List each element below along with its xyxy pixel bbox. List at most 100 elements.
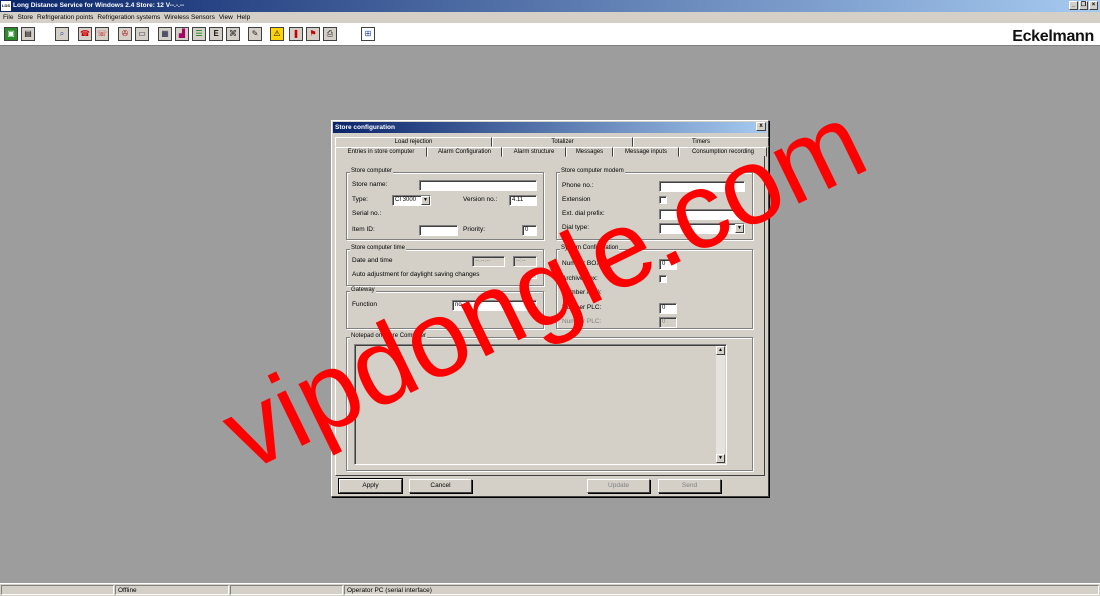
- open-icon[interactable]: ▤: [21, 27, 35, 41]
- number-a-label: Number A(D):: [562, 289, 602, 296]
- number-plc2-input: 0: [659, 317, 677, 328]
- modem-legend: Store computer modem: [560, 168, 625, 174]
- menu-file[interactable]: File: [2, 12, 16, 23]
- item-id-input[interactable]: [419, 225, 458, 236]
- tab-timers[interactable]: Timers: [633, 137, 769, 147]
- notepad-legend: Notepad on Store Computer: [350, 333, 428, 339]
- function-input[interactable]: no: [452, 300, 537, 311]
- time-input: --:--: [513, 256, 537, 267]
- date-time-label: Date and time: [352, 257, 393, 264]
- window-controls: _ ❐ ×: [1069, 1, 1098, 10]
- save-icon[interactable]: ▣: [4, 27, 18, 41]
- function-label: Function: [352, 301, 377, 308]
- store-name-label: Store name:: [352, 181, 388, 188]
- menu-refrigeration-points[interactable]: Refrigeration points: [36, 12, 96, 23]
- extension-label: Extension: [562, 196, 591, 203]
- version-label: Version no.:: [463, 196, 498, 203]
- tab-load-rejection[interactable]: Load rejection: [335, 137, 492, 147]
- menu-view[interactable]: View: [218, 12, 236, 23]
- printer-icon[interactable]: ⎙: [323, 27, 337, 41]
- phone-label: Phone no.:: [562, 182, 594, 189]
- tab-totalizer[interactable]: Totalizer: [492, 137, 633, 147]
- brand-logo: Eckelmann: [1012, 28, 1094, 45]
- phone-input[interactable]: [659, 181, 745, 192]
- close-window-button[interactable]: ×: [1089, 1, 1098, 10]
- notepad-textarea[interactable]: ▲ ▼: [354, 344, 727, 465]
- tab-panel: Store computer Store name: Type: CI 3000…: [335, 156, 765, 476]
- number-plc-label: Number PLC:: [562, 304, 602, 311]
- type-select[interactable]: CI 3000 ▼: [392, 195, 431, 206]
- warning-icon[interactable]: ⚠: [270, 27, 284, 41]
- book-icon[interactable]: 𝐄: [209, 27, 223, 41]
- history-icon[interactable]: ⚑: [306, 27, 320, 41]
- connection-status: Offline: [115, 585, 229, 595]
- store-computer-group: Store computer Store name: Type: CI 3000…: [346, 168, 544, 240]
- tab-row-top: Load rejection Totalizer Timers: [335, 137, 769, 147]
- number-box-input[interactable]: 0: [659, 259, 677, 270]
- send-button: Send: [658, 479, 721, 493]
- store-computer-time-group: Store computer time Date and time --.--.…: [346, 245, 544, 286]
- gateway-group: Gateway Function no: [346, 287, 544, 329]
- number-plc-input[interactable]: 0: [659, 303, 677, 314]
- archive-checkbox[interactable]: [659, 275, 667, 283]
- app-title: Long Distance Service for Windows 2.4 St…: [13, 2, 185, 9]
- toolbar: ▣ ▤ ⌕ ☎ ☏ ✇ ▭ ▦ ▟ ☰ 𝐄 ⌘ ✎ ⚠ ❚ ⚑ ⎙ ⊞ Ecke…: [0, 23, 1100, 46]
- connect-icon[interactable]: ✇: [118, 27, 132, 41]
- message-icon[interactable]: ✎: [248, 27, 262, 41]
- scroll-down-icon[interactable]: ▼: [716, 454, 725, 463]
- gateway-legend: Gateway: [350, 287, 376, 293]
- alarm-icon[interactable]: ❚: [289, 27, 303, 41]
- version-input[interactable]: 4.11: [509, 195, 537, 206]
- auto-adjust-label: Auto adjustment for daylight saving chan…: [352, 271, 480, 278]
- search-icon[interactable]: ⌕: [55, 27, 69, 41]
- cancel-button[interactable]: Cancel: [409, 479, 472, 493]
- table-icon[interactable]: ▦: [158, 27, 172, 41]
- status-panel-3: [230, 585, 343, 595]
- type-value: CI 3000: [395, 197, 417, 203]
- apply-button[interactable]: Apply: [338, 478, 403, 494]
- dial-type-select[interactable]: ▼: [659, 223, 745, 234]
- status-bar: Offline Operator PC (serial interface): [0, 583, 1100, 596]
- ext-dial-input[interactable]: [659, 209, 745, 220]
- menu-refrigeration-systems[interactable]: Refrigeration systems: [96, 12, 163, 23]
- minimize-button[interactable]: _: [1069, 1, 1078, 10]
- restore-button[interactable]: ❐: [1079, 1, 1088, 10]
- archive-label: Archive box:: [562, 275, 598, 282]
- update-button: Update: [587, 479, 650, 493]
- menu-store[interactable]: Store: [16, 12, 36, 23]
- chevron-down-icon[interactable]: ▼: [421, 196, 430, 205]
- system-configuration-group: System Configuration Number BOX: 0 Archi…: [556, 245, 753, 329]
- notepad-scrollbar[interactable]: ▲ ▼: [716, 346, 725, 463]
- store-name-input[interactable]: [419, 180, 537, 191]
- network-icon[interactable]: ⊞: [361, 27, 375, 41]
- serial-label: Serial no.:: [352, 210, 382, 217]
- ext-dial-label: Ext. dial prefix:: [562, 210, 605, 217]
- store-computer-modem-group: Store computer modem Phone no.: Extensio…: [556, 168, 753, 240]
- dialog-close-button[interactable]: x: [756, 122, 766, 131]
- interface-status: Operator PC (serial interface): [344, 585, 1099, 595]
- dialog-title: Store configuration: [333, 122, 767, 133]
- scroll-up-icon[interactable]: ▲: [716, 346, 725, 355]
- hangup-icon[interactable]: ☏: [95, 27, 109, 41]
- chart-icon[interactable]: ▟: [175, 27, 189, 41]
- menu-wireless-sensors[interactable]: Wireless Sensors: [163, 12, 218, 23]
- menu-bar: File Store Refrigeration points Refriger…: [0, 12, 1100, 23]
- system-configuration-legend: System Configuration: [560, 245, 620, 251]
- chevron-down-icon[interactable]: ▼: [735, 224, 744, 233]
- priority-label: Priority:: [463, 226, 486, 233]
- number-box-label: Number BOX:: [562, 260, 603, 267]
- list-icon[interactable]: ☰: [192, 27, 206, 41]
- monitor-icon[interactable]: ▭: [135, 27, 149, 41]
- status-panel-1: [1, 585, 114, 595]
- store-computer-time-legend: Store computer time: [350, 245, 407, 251]
- auto-adjust-checkbox: [529, 271, 537, 279]
- menu-help[interactable]: Help: [236, 12, 253, 23]
- type-label: Type:: [352, 196, 368, 203]
- priority-input[interactable]: 0: [522, 225, 537, 236]
- store-computer-legend: Store computer: [350, 168, 394, 174]
- number-plc2-label: Number PLC:: [562, 318, 602, 325]
- tag-icon[interactable]: ⌘: [226, 27, 240, 41]
- extension-checkbox[interactable]: [659, 196, 667, 204]
- dial-type-label: Dial type:: [562, 224, 590, 231]
- phone-icon[interactable]: ☎: [78, 27, 92, 41]
